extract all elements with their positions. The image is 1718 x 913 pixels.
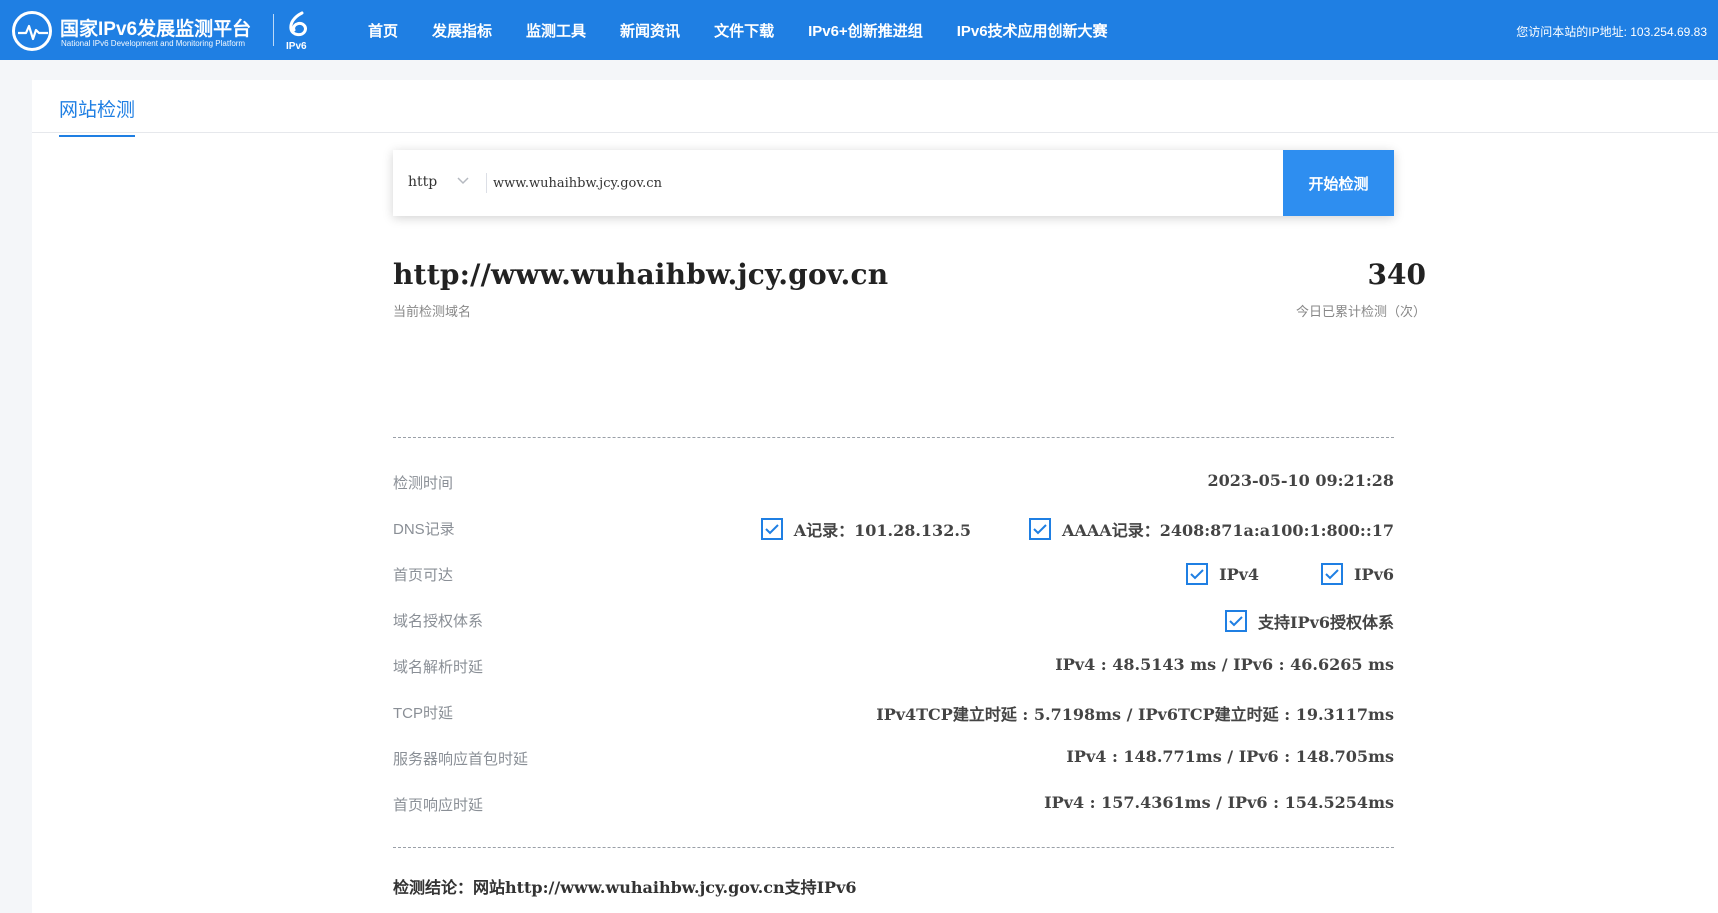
resolve-latency-value: IPv4 : 48.5143 ms / IPv6 : 46.6265 ms [1055,655,1394,674]
main-nav: 首页 发展指标 监测工具 新闻资讯 文件下载 IPv6+创新推进组 IPv6技术… [368,0,1142,60]
today-check-count-caption: 今日已累计检测（次） [1295,304,1426,319]
platform-title[interactable]: 国家IPv6发展监测平台 [60,14,251,41]
checked-domain-caption: 当前检测域名 [393,304,472,319]
a-record: A记录：101.28.132.5 [760,517,972,541]
row-domain-auth: 域名授权体系 支持IPv6授权体系 [393,608,1394,632]
protocol-select[interactable]: http [408,174,437,190]
row-label: 服务器响应首包时延 [393,751,529,768]
row-label: 域名解析时延 [393,659,484,676]
server-latency-value: IPv4 : 148.771ms / IPv6 : 148.705ms [1066,747,1394,766]
divider-top [393,437,1394,438]
checked-domain: http://www.wuhaihbw.jcy.gov.cn [393,258,889,291]
tcp-latency-value: IPv4TCP建立时延 : 5.7198ms / IPv6TCP建立时延 : 1… [876,705,1394,724]
row-tcp-latency: TCP时延 IPv4TCP建立时延 : 5.7198ms / IPv6TCP建立… [393,700,1394,724]
search-bar: http 开始检测 [393,150,1394,216]
row-check-time: 检测时间 2023-05-10 09:21:28 [393,470,1394,494]
start-check-button[interactable]: 开始检测 [1283,150,1394,216]
platform-logo-icon[interactable] [12,11,52,51]
search-separator [486,173,487,193]
row-dns-records: DNS记录 A记录：101.28.132.5 AAAA记录：2408:871a:… [393,516,1394,540]
row-resolve-latency: 域名解析时延 IPv4 : 48.5143 ms / IPv6 : 46.626… [393,654,1394,678]
check-icon [1225,610,1248,632]
row-label: TCP时延 [393,705,454,722]
nav-item-news[interactable]: 新闻资讯 [620,20,680,41]
nav-item-tools[interactable]: 监测工具 [526,20,586,41]
chevron-down-icon[interactable] [456,173,470,187]
homepage-ipv4-text: IPv4 [1219,564,1260,584]
nav-item-contest[interactable]: IPv6技术应用创新大赛 [957,20,1108,41]
check-conclusion: 检测结论：网站http://www.wuhaihbw.jcy.gov.cn支持I… [393,878,857,897]
check-time-value: 2023-05-10 09:21:28 [1207,471,1394,490]
divider-bottom [393,847,1394,848]
check-icon [760,518,783,540]
homepage-values: IPv4 IPv6 [1186,563,1394,585]
auth-values: 支持IPv6授权体系 [1225,609,1394,633]
heartbeat-icon [18,24,48,41]
aaaa-record: AAAA记录：2408:871a:a100:1:800::17 [1029,517,1394,541]
tab-bar: 网站检测 [32,80,1718,137]
a-record-text: A记录：101.28.132.5 [793,521,972,540]
url-input[interactable] [493,168,1193,198]
logo-divider [273,14,274,46]
tab-website-check[interactable]: 网站检测 [59,95,136,137]
check-icon [1029,518,1052,540]
homepage-ipv6-text: IPv6 [1354,564,1394,584]
top-header: 国家IPv6发展监测平台 National IPv6 Development a… [0,0,1718,60]
ipv6-six-icon [289,11,307,37]
row-server-first-packet: 服务器响应首包时延 IPv4 : 148.771ms / IPv6 : 148.… [393,746,1394,770]
nav-item-ipv6-plus[interactable]: IPv6+创新推进组 [808,20,923,41]
homepage-ipv4: IPv4 [1186,563,1259,585]
ipv6-badge: IPv6 [284,9,312,53]
row-label: 首页可达 [393,567,454,584]
row-label: 域名授权体系 [393,613,484,630]
homepage-ipv6: IPv6 [1321,563,1394,585]
check-icon [1321,563,1344,585]
dns-values: A记录：101.28.132.5 AAAA记录：2408:871a:a100:1… [760,517,1394,541]
auth-support: 支持IPv6授权体系 [1225,609,1394,633]
row-label: 检测时间 [393,475,454,492]
ipv6-badge-label: IPv6 [286,41,307,52]
auth-support-text: 支持IPv6授权体系 [1258,613,1394,632]
nav-item-home[interactable]: 首页 [368,20,398,41]
row-homepage-reachable: 首页可达 IPv4 IPv6 [393,562,1394,586]
nav-item-downloads[interactable]: 文件下载 [714,20,774,41]
aaaa-record-text: AAAA记录：2408:871a:a100:1:800::17 [1062,521,1394,540]
row-label: DNS记录 [393,521,455,538]
visitor-ip-info: 您访问本站的IP地址: 103.254.69.83 [1516,25,1707,39]
row-homepage-response: 首页响应时延 IPv4 : 157.4361ms / IPv6 : 154.52… [393,792,1394,816]
check-icon [1186,563,1209,585]
homepage-response-value: IPv4 : 157.4361ms / IPv6 : 154.5254ms [1044,793,1394,812]
today-check-count: 340 [1367,258,1426,291]
platform-subtitle: National IPv6 Development and Monitoring… [61,39,246,48]
row-label: 首页响应时延 [393,797,484,814]
nav-item-indicators[interactable]: 发展指标 [432,20,492,41]
